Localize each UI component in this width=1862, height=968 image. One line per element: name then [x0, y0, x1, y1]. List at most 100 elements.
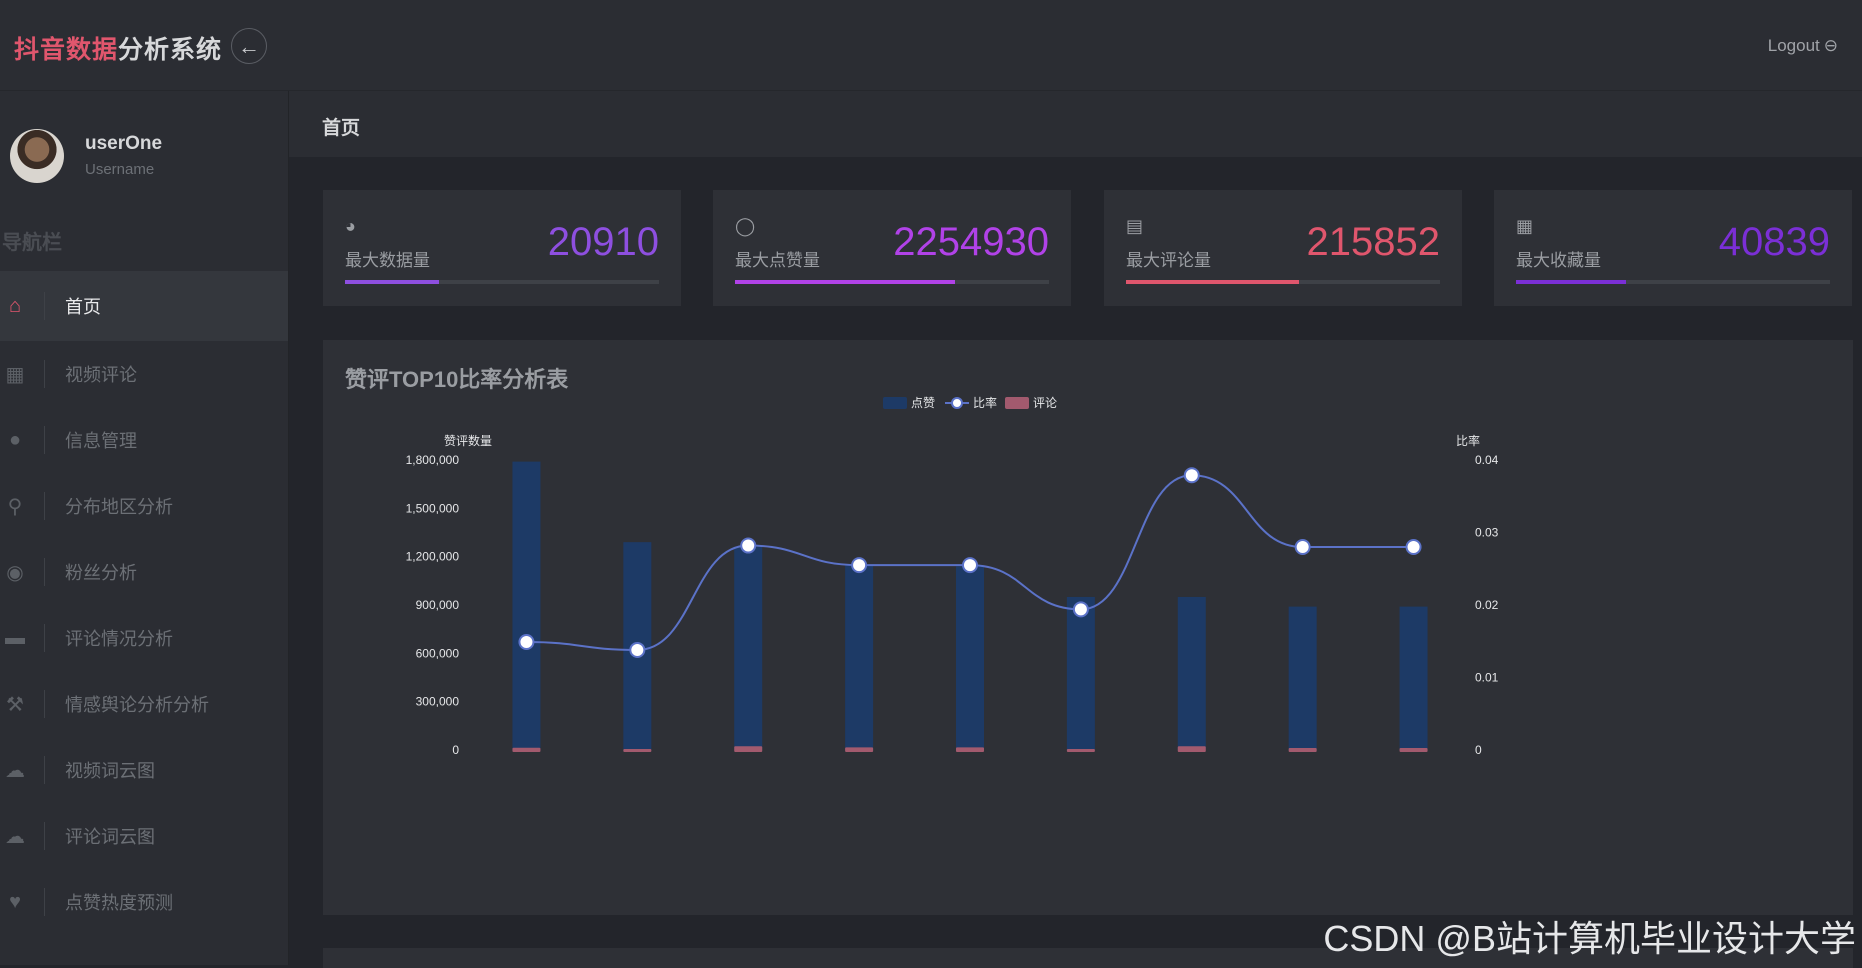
sidebar-nav: ⌂ 首页 ▦ 视频评论 ● 信息管理 ⚲ 分布地区分析 ◉ 粉丝分析 ▬ 评论情… [0, 271, 288, 935]
page-header: 首页 [289, 91, 1862, 157]
stat-value: 20910 [547, 220, 659, 264]
sidebar-item-like-prediction[interactable]: ♥ 点赞热度预测 [0, 869, 288, 935]
app-title-part1: 抖音数据 [14, 36, 119, 64]
legend-swatch-likes [883, 397, 907, 409]
cloud-icon: ☁ [5, 759, 25, 782]
grid-icon: ▦ [5, 363, 25, 386]
back-button[interactable]: ← [231, 28, 267, 64]
point-ratio [629, 641, 646, 658]
point-ratio [851, 557, 868, 574]
stat-label: 最大收藏量 [1516, 251, 1601, 270]
sidebar: userOne Username 导航栏 ⌂ 首页 ▦ 视频评论 ● 信息管理 … [0, 91, 289, 965]
chart: 赞评数量 比率 0 300,000 600,000 900,000 1,200,000 1,5… [406, 395, 1499, 757]
chart-panel: 赞评TOP10比率分析表 赞评数量 比率 0 300,000 600,000 900,00… [323, 340, 1853, 915]
stat-card-comments: ▤ 最大评论量 215852 [1104, 190, 1462, 306]
logout-label: Logout [1767, 36, 1820, 55]
point-ratio [518, 633, 535, 650]
nav-title: 导航栏 [2, 232, 62, 254]
app-title-part2: 分析系统 [118, 36, 223, 64]
bar-comments [623, 749, 652, 752]
top-bar: 抖音数据分析系统 ← Logout ⊖ [0, 0, 1862, 91]
left-tick-label: 600,000 [416, 646, 460, 660]
bar-comments [512, 747, 541, 752]
stat-value: 2254930 [893, 220, 1049, 264]
stat-label: 最大数据量 [345, 251, 430, 270]
stat-label: 最大评论量 [1126, 251, 1211, 270]
page-title: 首页 [322, 118, 361, 139]
stat-card-likes: ◯ 最大点赞量 2254930 [713, 190, 1071, 306]
stat-value: 215852 [1306, 220, 1440, 264]
stat-progress [1126, 280, 1440, 284]
left-tick-label: 300,000 [416, 695, 460, 709]
avatar[interactable] [10, 129, 64, 183]
sidebar-item-comment-analysis[interactable]: ▬ 评论情况分析 [0, 605, 288, 671]
right-axis-label: 比率 [1456, 433, 1480, 448]
legend-swatch-ratio-dot [951, 397, 963, 409]
sidebar-item-label: 评论词云图 [65, 827, 155, 847]
sidebar-item-label: 信息管理 [65, 431, 137, 451]
sidebar-item-video-comments[interactable]: ▦ 视频评论 [0, 341, 288, 407]
sidebar-item-info-management[interactable]: ● 信息管理 [0, 407, 288, 473]
sidebar-item-comment-wordcloud[interactable]: ☁ 评论词云图 [0, 803, 288, 869]
bar-likes [956, 566, 984, 750]
bar-comments [845, 747, 874, 752]
sidebar-item-label: 粉丝分析 [65, 563, 137, 583]
logout-icon: ⊖ [1823, 36, 1838, 55]
left-tick-label: 900,000 [416, 598, 460, 612]
stat-progress [345, 280, 659, 284]
map-pin-icon: ⚲ [7, 495, 23, 518]
right-tick-label: 0.02 [1475, 598, 1499, 612]
sidebar-item-fans-analysis[interactable]: ◉ 粉丝分析 [0, 539, 288, 605]
point-ratio [1183, 467, 1200, 484]
stat-label: 最大点赞量 [735, 251, 820, 270]
sidebar-item-video-wordcloud[interactable]: ☁ 视频词云图 [0, 737, 288, 803]
point-ratio [962, 557, 978, 574]
sidebar-item-home[interactable]: ⌂ 首页 [0, 271, 288, 341]
left-axis-label: 赞评数量 [444, 433, 492, 448]
point-ratio [1405, 539, 1422, 555]
sidebar-item-label: 情感舆论分析分析 [65, 695, 209, 715]
bulb-icon: ◯ [735, 216, 756, 236]
right-tick-label: 0 [1475, 743, 1482, 757]
legend-label-ratio: 比率 [973, 395, 997, 410]
gavel-icon: ⚒ [6, 693, 24, 716]
document-icon: ▤ [1126, 216, 1144, 236]
legend-swatch-comments [1005, 397, 1029, 409]
right-tick-label: 0.01 [1475, 671, 1499, 685]
bar-comments [956, 747, 984, 752]
bar-likes [845, 564, 874, 750]
left-tick-label: 1,500,000 [406, 501, 460, 515]
user-icon: ● [8, 428, 22, 451]
bar-likes [1399, 606, 1428, 750]
sidebar-item-sentiment-analysis[interactable]: ⚒ 情感舆论分析分析 [0, 671, 288, 737]
stat-progress [735, 280, 1049, 284]
grid-icon: ▦ [1516, 216, 1534, 236]
heart-icon: ♥ [9, 890, 21, 913]
dashboard-icon: ◕ [345, 216, 356, 236]
left-tick-label: 1,200,000 [406, 550, 460, 564]
stat-value: 40839 [1718, 220, 1830, 264]
sidebar-item-label: 评论情况分析 [65, 629, 173, 649]
bar-comments [1177, 746, 1206, 752]
sidebar-item-label: 分布地区分析 [65, 497, 173, 517]
right-tick-label: 0.03 [1475, 526, 1499, 540]
stat-card-data: ◕ 最大数据量 20910 [323, 190, 681, 306]
logout-button[interactable]: Logout ⊖ [1768, 36, 1838, 56]
watermark: CSDN @B站计算机毕业设计大学 [1323, 918, 1856, 959]
legend-label-comments: 评论 [1033, 396, 1057, 410]
bar-comments [1399, 747, 1428, 752]
right-tick-label: 0.04 [1475, 453, 1499, 467]
point-ratio [740, 537, 757, 554]
arrow-left-icon: ← [238, 34, 260, 59]
bar-comments [1288, 747, 1317, 752]
sidebar-item-label: 点赞热度预测 [65, 893, 173, 913]
sidebar-item-label: 首页 [65, 297, 101, 317]
stat-progress [1516, 280, 1830, 284]
left-tick-label: 0 [452, 743, 459, 757]
bar-likes [734, 547, 763, 750]
bar-likes [512, 461, 541, 750]
sidebar-item-label: 视频词云图 [65, 761, 155, 781]
sidebar-item-region-analysis[interactable]: ⚲ 分布地区分析 [0, 473, 288, 539]
cloud-icon: ☁ [5, 825, 25, 848]
left-tick-label: 1,800,000 [406, 453, 460, 467]
